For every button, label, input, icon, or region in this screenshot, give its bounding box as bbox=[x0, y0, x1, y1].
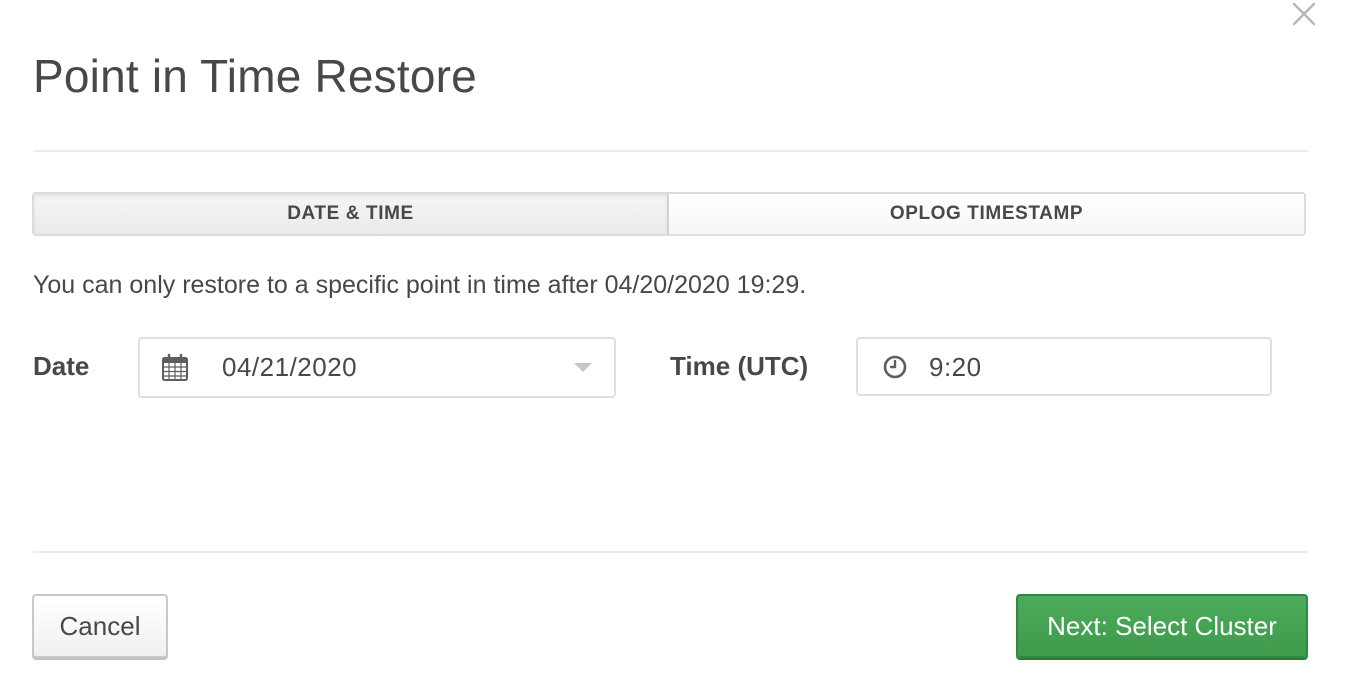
tab-date-time[interactable]: DATE & TIME bbox=[34, 194, 669, 234]
time-value: 9:20 bbox=[929, 352, 982, 382]
tab-oplog-timestamp[interactable]: OPLOG TIMESTAMP bbox=[669, 194, 1304, 234]
calendar-icon bbox=[160, 353, 190, 383]
restore-mode-toggle: DATE & TIME OPLOG TIMESTAMP bbox=[32, 192, 1306, 236]
date-value: 04/21/2020 bbox=[222, 352, 358, 382]
date-label: Date bbox=[33, 351, 90, 381]
time-input[interactable]: 9:20 bbox=[856, 337, 1272, 396]
clock-icon bbox=[882, 354, 908, 380]
restore-window-info: You can only restore to a specific point… bbox=[33, 271, 807, 299]
footer-divider bbox=[33, 551, 1308, 553]
point-in-time-restore-modal: Point in Time Restore DATE & TIME OPLOG … bbox=[0, 0, 1346, 696]
time-label: Time (UTC) bbox=[670, 351, 809, 381]
close-icon bbox=[1292, 2, 1316, 26]
next-select-cluster-button[interactable]: Next: Select Cluster bbox=[1016, 594, 1308, 658]
date-picker-input[interactable]: 04/21/2020 bbox=[138, 337, 616, 398]
modal-title: Point in Time Restore bbox=[33, 50, 477, 102]
cancel-button[interactable]: Cancel bbox=[32, 594, 168, 658]
chevron-down-icon[interactable] bbox=[574, 363, 592, 372]
close-button[interactable] bbox=[1286, 0, 1322, 32]
header-divider bbox=[33, 150, 1308, 152]
